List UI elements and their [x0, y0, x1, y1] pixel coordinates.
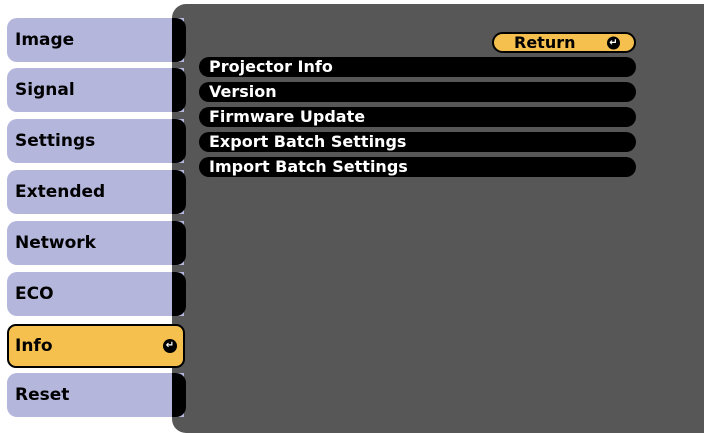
menu-item-label: Projector Info — [209, 57, 333, 76]
menu-item-label: Import Batch Settings — [209, 157, 408, 176]
menu-item-import-batch-settings[interactable]: Import Batch Settings — [199, 157, 636, 177]
tab-image[interactable]: Image — [7, 18, 184, 62]
tab-edge — [172, 272, 186, 316]
tab-extended[interactable]: Extended — [7, 170, 184, 214]
tab-label: ECO — [15, 284, 54, 304]
menu-item-projector-info[interactable]: Projector Info — [199, 57, 636, 77]
tab-label: Image — [15, 30, 75, 50]
tab-edge — [172, 68, 186, 112]
menu-item-label: Version — [209, 82, 277, 101]
tab-label: Settings — [15, 131, 96, 151]
menu-item-label: Firmware Update — [209, 107, 366, 126]
tab-edge — [172, 119, 186, 163]
tab-label: Extended — [15, 182, 106, 202]
tab-edge — [172, 170, 186, 214]
menu-item-export-batch-settings[interactable]: Export Batch Settings — [199, 132, 636, 152]
menu-item-label: Export Batch Settings — [209, 132, 407, 151]
return-button[interactable]: Return ↵ — [492, 32, 636, 53]
tab-eco[interactable]: ECO — [7, 272, 184, 316]
tab-signal[interactable]: Signal — [7, 68, 184, 112]
tab-edge — [172, 221, 186, 265]
tab-info[interactable]: Info ↵ — [7, 324, 185, 368]
tab-label: Network — [15, 233, 96, 253]
return-label: Return — [514, 33, 576, 52]
tab-reset[interactable]: Reset — [7, 373, 184, 417]
menu-item-version[interactable]: Version — [199, 82, 636, 102]
enter-icon: ↵ — [163, 339, 177, 353]
tab-label: Info — [15, 336, 53, 356]
tab-network[interactable]: Network — [7, 221, 184, 265]
tab-edge — [172, 373, 186, 417]
tab-edge — [172, 18, 186, 62]
enter-icon: ↵ — [607, 36, 620, 49]
tab-settings[interactable]: Settings — [7, 119, 184, 163]
tab-label: Reset — [15, 385, 70, 405]
menu-item-firmware-update[interactable]: Firmware Update — [199, 107, 636, 127]
tab-label: Signal — [15, 80, 75, 100]
